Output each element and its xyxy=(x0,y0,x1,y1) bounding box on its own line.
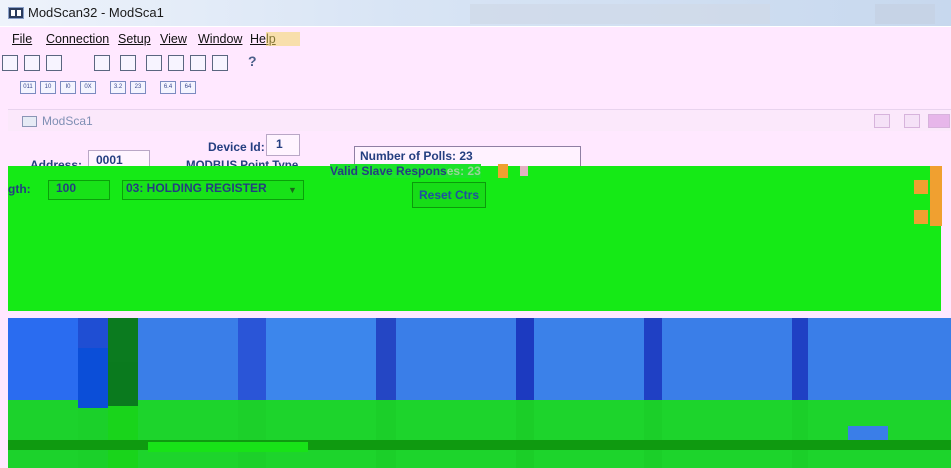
format-swap-double-icon[interactable]: 64 xyxy=(180,81,196,94)
save-icon[interactable] xyxy=(46,55,62,71)
minimize-button[interactable] xyxy=(874,114,890,128)
maximize-button[interactable] xyxy=(904,114,920,128)
valid-slave-responses-value: es: 23 xyxy=(446,164,481,178)
app-icon xyxy=(8,7,24,19)
menu-view[interactable]: View xyxy=(160,32,187,46)
format-int-icon[interactable]: I0 xyxy=(60,81,76,94)
menu-connection[interactable]: Connection xyxy=(46,32,109,46)
glitch-block xyxy=(498,164,508,178)
valid-slave-responses-label: Valid Slave Respons xyxy=(330,164,447,178)
help-icon[interactable]: ? xyxy=(248,53,257,69)
point-type-value: 03: HOLDING REGISTER xyxy=(126,181,267,195)
menu-bar: File Connection Setup View Window Help xyxy=(0,27,951,51)
device-id-value: 1 xyxy=(276,137,283,151)
child-window-caption: ModSca1 xyxy=(8,109,951,132)
chevron-down-icon[interactable]: ▼ xyxy=(288,185,297,195)
data-block xyxy=(108,362,138,406)
valid-slave-responses: Valid Slave Responses: 23 xyxy=(330,164,481,178)
format-double-icon[interactable]: 6.4 xyxy=(160,81,176,94)
data-block xyxy=(848,426,888,440)
title-bar: ModScan32 - ModSca1 xyxy=(0,0,951,26)
format-dec-icon[interactable]: 10 xyxy=(40,81,56,94)
format-toolbar: 011 10 I0 0X 3.2 23 6.4 64 xyxy=(0,75,951,101)
length-label: gth: xyxy=(8,182,31,196)
menu-file[interactable]: File xyxy=(12,32,32,46)
new-icon[interactable] xyxy=(2,55,18,71)
device-id-field[interactable] xyxy=(266,134,300,156)
format-bin-icon[interactable]: 011 xyxy=(20,81,36,94)
window-title: ModScan32 - ModSca1 xyxy=(28,5,164,20)
title-bar-controls[interactable] xyxy=(875,4,935,24)
disconnect-icon[interactable] xyxy=(120,55,136,71)
connect-icon[interactable] xyxy=(94,55,110,71)
glitch-block xyxy=(930,166,942,226)
data-block xyxy=(148,442,308,452)
reset-counters-button[interactable]: Reset Ctrs xyxy=(412,182,486,208)
length-value: 100 xyxy=(56,181,77,195)
open-icon[interactable] xyxy=(24,55,40,71)
close-button[interactable] xyxy=(928,114,950,128)
register-data-area xyxy=(8,318,951,468)
title-bar-blur xyxy=(470,4,770,24)
main-toolbar: ? xyxy=(0,51,951,75)
format-float-icon[interactable]: 3.2 xyxy=(110,81,126,94)
glitch-block xyxy=(914,180,928,194)
menu-glitch xyxy=(266,32,300,46)
address-value: 0001 xyxy=(96,153,123,167)
child-window-title: ModSca1 xyxy=(42,114,93,128)
settings-icon[interactable] xyxy=(212,55,228,71)
format-hex-icon[interactable]: 0X xyxy=(80,81,96,94)
print-icon[interactable] xyxy=(190,55,206,71)
polls-count: Number of Polls: 23 xyxy=(360,149,473,163)
data-green-band xyxy=(8,400,951,468)
glitch-block xyxy=(520,166,528,176)
menu-window[interactable]: Window xyxy=(198,32,242,46)
device-id-label: Device Id: xyxy=(208,140,265,154)
window-icon[interactable] xyxy=(168,55,184,71)
glitch-block xyxy=(914,210,928,224)
display-icon[interactable] xyxy=(146,55,162,71)
format-swap-float-icon[interactable]: 23 xyxy=(130,81,146,94)
child-window-icon xyxy=(22,116,37,127)
menu-setup[interactable]: Setup xyxy=(118,32,151,46)
data-block xyxy=(78,348,108,408)
